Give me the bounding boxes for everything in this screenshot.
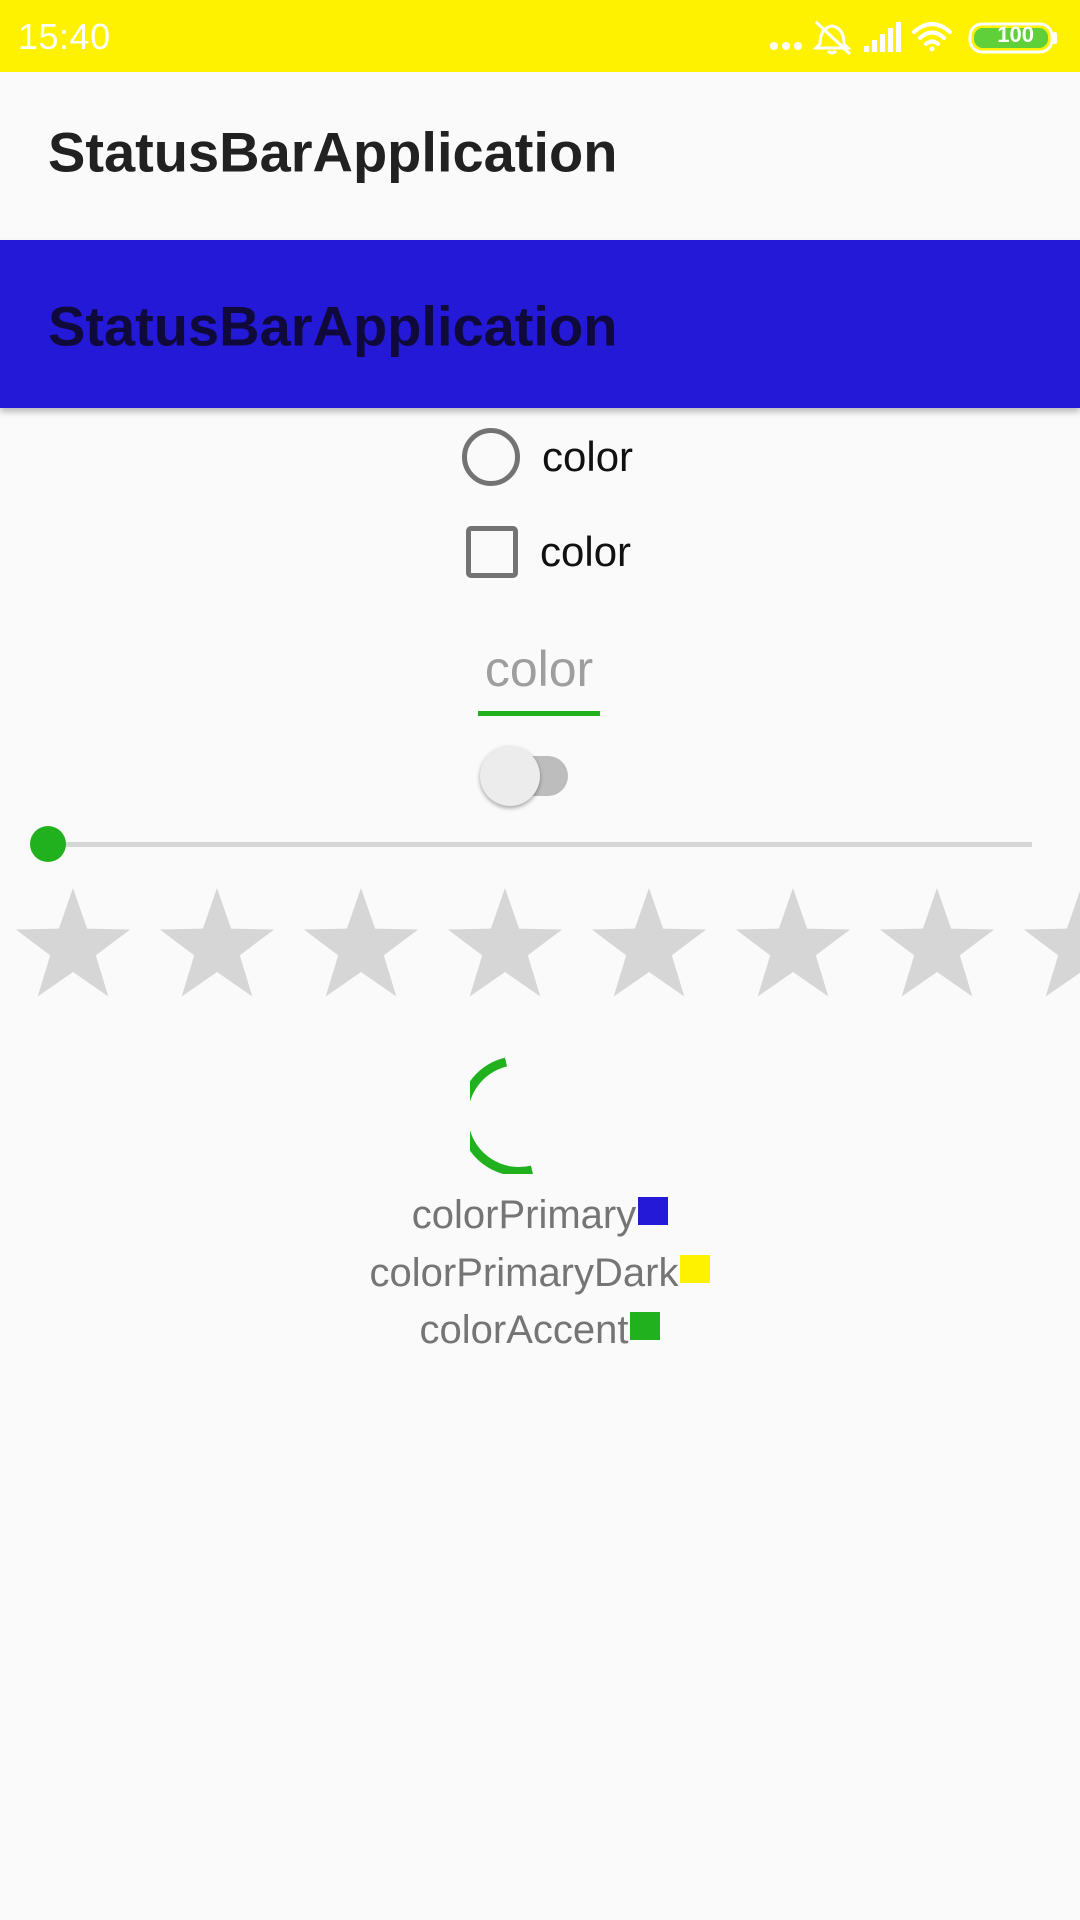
- toggle-switch[interactable]: [480, 744, 576, 808]
- edit-text-underline: [478, 711, 600, 716]
- legend-label: colorPrimaryDark: [369, 1250, 679, 1295]
- checkbox-label: color: [540, 528, 632, 575]
- star-icon[interactable]: [156, 880, 278, 1002]
- edit-text-value[interactable]: color: [478, 636, 600, 702]
- status-bar: 15:40 100: [0, 0, 1080, 72]
- star-icon[interactable]: [1020, 880, 1080, 1002]
- switch-thumb[interactable]: [480, 746, 540, 806]
- legend-label: colorAccent: [419, 1307, 629, 1352]
- color-swatch: [638, 1197, 669, 1225]
- app-bar-primary: StatusBarApplication: [0, 240, 1080, 408]
- seek-bar-track[interactable]: [46, 842, 1032, 847]
- legend-row-color-primary-dark: colorPrimaryDark: [0, 1248, 1080, 1298]
- radio-label: color: [542, 433, 634, 480]
- status-icons: 100: [768, 16, 1064, 56]
- app-bar-title: StatusBarApplication: [48, 120, 618, 184]
- color-edit-text[interactable]: color: [478, 636, 600, 716]
- signal-icon: [864, 22, 901, 52]
- circular-progress-spinner: [458, 1054, 590, 1177]
- more-dots-icon: [770, 42, 802, 50]
- star-icon[interactable]: [588, 880, 710, 1002]
- star-icon[interactable]: [300, 880, 422, 1002]
- star-icon[interactable]: [876, 880, 998, 1002]
- app-bar-title-primary: StatusBarApplication: [48, 294, 618, 358]
- color-radio-button[interactable]: color: [462, 425, 633, 489]
- rating-bar[interactable]: [12, 880, 1080, 1002]
- star-icon[interactable]: [444, 880, 566, 1002]
- star-icon[interactable]: [12, 880, 134, 1002]
- battery-level: 100: [997, 22, 1034, 47]
- radio-circle-icon[interactable]: [462, 428, 520, 486]
- legend-label: colorPrimary: [411, 1192, 637, 1237]
- color-swatch: [680, 1255, 711, 1283]
- checkbox-box-icon[interactable]: [466, 526, 518, 578]
- bell-muted-icon: [812, 20, 852, 56]
- legend-row-color-accent: colorAccent: [0, 1305, 1080, 1355]
- color-checkbox[interactable]: color: [466, 522, 631, 582]
- seek-bar-thumb[interactable]: [30, 826, 66, 862]
- wifi-icon: [912, 22, 952, 52]
- seek-bar[interactable]: [30, 824, 1034, 864]
- star-icon[interactable]: [732, 880, 854, 1002]
- status-time: 15:40: [18, 16, 111, 57]
- app-bar-light: StatusBarApplication: [0, 72, 1080, 240]
- legend-row-color-primary: colorPrimary: [0, 1190, 1080, 1240]
- color-swatch: [630, 1312, 661, 1340]
